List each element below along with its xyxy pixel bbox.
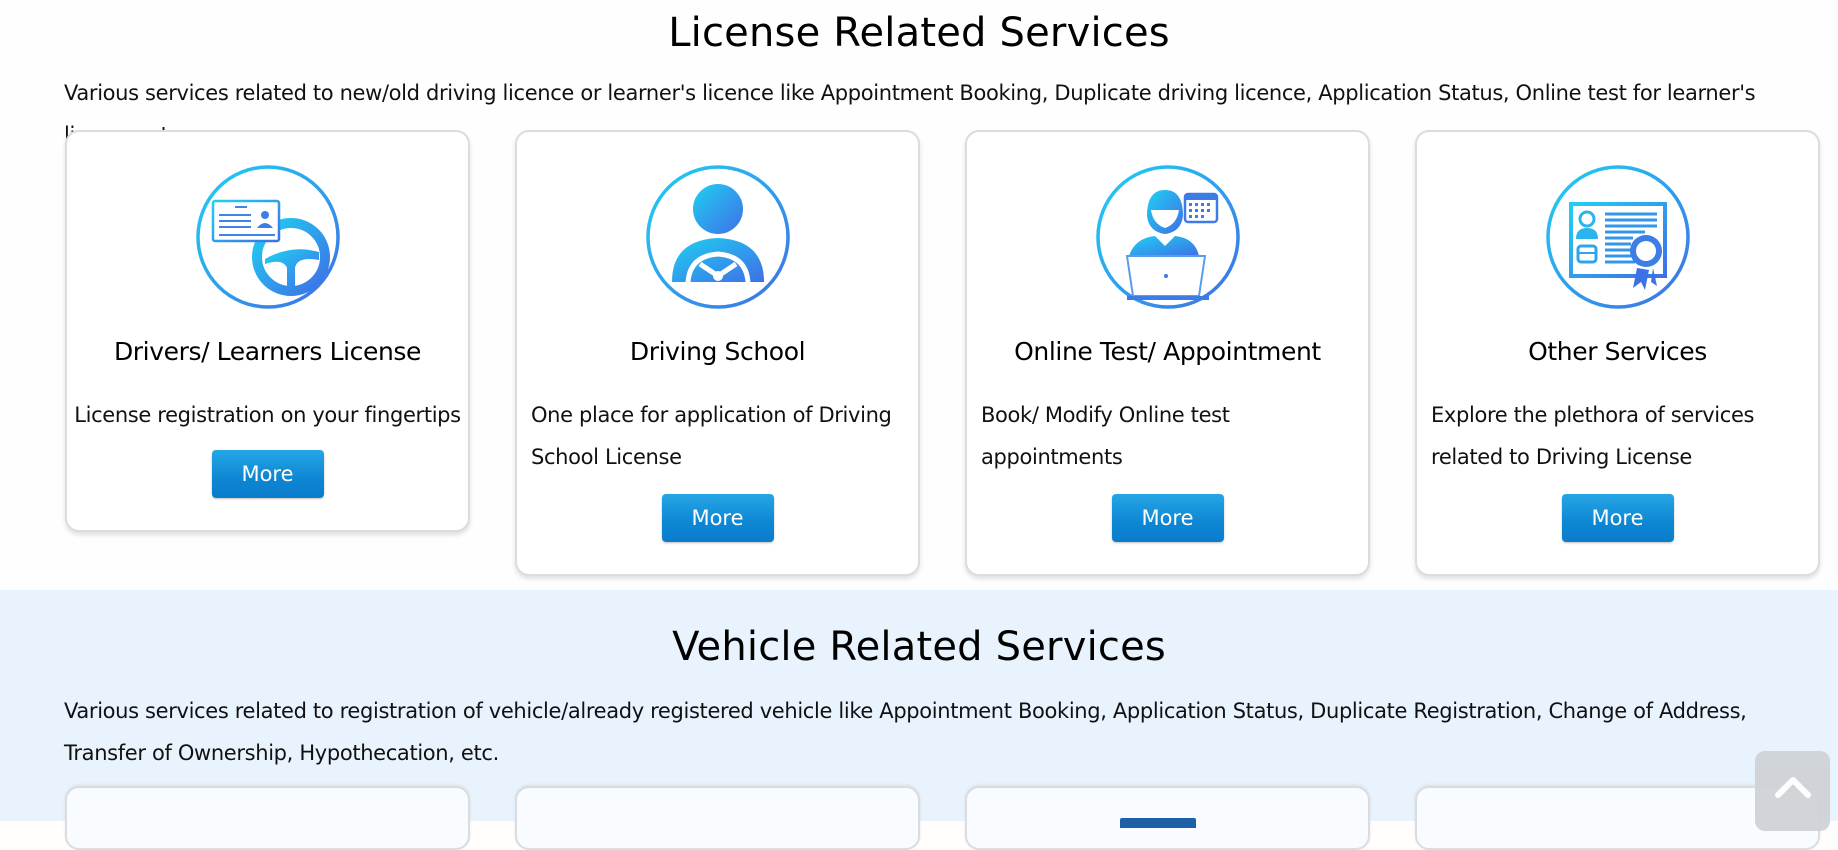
card-title: Drivers/ Learners License	[113, 337, 422, 366]
vehicle-section-title: Vehicle Related Services	[672, 624, 1166, 670]
card-description: Explore the plethora of services related…	[1431, 403, 1755, 469]
card-description: One place for application of Driving Sch…	[531, 403, 892, 469]
vehicle-section-description: Various services related to registration…	[64, 699, 1747, 765]
card-drivers-learners-license: Drivers/ Learners License License regist…	[65, 130, 470, 532]
scroll-to-top-button[interactable]	[1755, 751, 1830, 831]
card-description: License registration on your fingertips	[74, 403, 461, 427]
more-button[interactable]: More	[211, 450, 324, 498]
license-section-title: License Related Services	[668, 10, 1170, 56]
card-title: Online Test/ Appointment	[1014, 337, 1321, 366]
license-steering-wheel-icon	[195, 164, 341, 310]
card-other-services: Other Services Explore the plethora of s…	[1415, 130, 1820, 576]
certificate-icon	[1545, 164, 1691, 310]
vehicle-card	[65, 786, 470, 850]
more-button[interactable]: More	[661, 494, 774, 542]
more-button[interactable]: More	[1561, 494, 1674, 542]
vehicle-card-icon	[1120, 818, 1196, 828]
driver-steering-wheel-icon	[645, 164, 791, 310]
vehicle-card	[515, 786, 920, 850]
card-driving-school: Driving School One place for application…	[515, 130, 920, 576]
card-title: Other Services	[1528, 337, 1707, 366]
card-online-test-appointment: Online Test/ Appointment Book/ Modify On…	[965, 130, 1370, 576]
person-laptop-calendar-icon	[1095, 164, 1241, 310]
more-button[interactable]: More	[1111, 494, 1224, 542]
license-related-services-section: License Related Services Various service…	[0, 0, 1838, 590]
chevron-up-icon	[1775, 777, 1811, 798]
vehicle-card	[965, 786, 1370, 850]
card-description: Book/ Modify Online test appointments	[981, 403, 1230, 469]
card-title: Driving School	[629, 337, 806, 366]
